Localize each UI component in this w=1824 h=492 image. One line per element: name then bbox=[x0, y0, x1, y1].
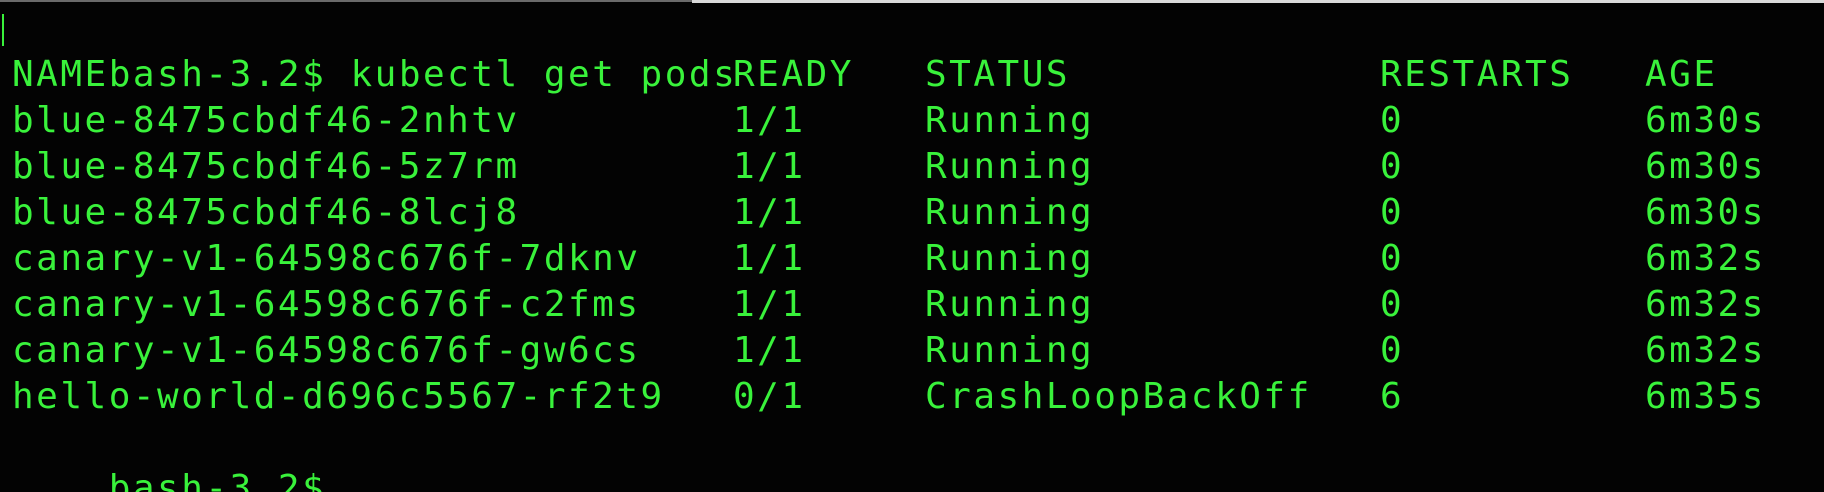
pod-status: CrashLoopBackOff bbox=[925, 376, 1312, 417]
table-row: blue-8475cbdf46-5z7rm 1/1 Running 0 6m30… bbox=[12, 144, 1824, 190]
table-row: blue-8475cbdf46-2nhtv 1/1 Running 0 6m30… bbox=[12, 98, 1824, 144]
pod-status: Running bbox=[925, 192, 1095, 233]
header-ready: READY bbox=[733, 54, 854, 95]
pod-ready: 1/1 bbox=[733, 330, 806, 371]
pod-name: canary-v1-64598c676f-7dknv bbox=[12, 238, 641, 279]
table-row: canary-v1-64598c676f-c2fms 1/1 Running 0… bbox=[12, 282, 1824, 328]
pod-ready: 1/1 bbox=[733, 238, 806, 279]
pod-ready: 1/1 bbox=[733, 100, 806, 141]
header-name: NAME bbox=[12, 54, 109, 95]
pod-status: Running bbox=[925, 284, 1095, 325]
pod-status: Running bbox=[925, 238, 1095, 279]
left-cursor-mark bbox=[2, 14, 4, 46]
header-status: STATUS bbox=[925, 54, 1071, 95]
pod-age: 6m35s bbox=[1645, 376, 1766, 417]
pod-name: blue-8475cbdf46-2nhtv bbox=[12, 100, 520, 141]
pod-name: blue-8475cbdf46-5z7rm bbox=[12, 146, 520, 187]
window-top-border-right bbox=[692, 0, 1824, 3]
pod-ready: 0/1 bbox=[733, 376, 806, 417]
table-row: blue-8475cbdf46-8lcj8 1/1 Running 0 6m30… bbox=[12, 190, 1824, 236]
input-line[interactable]: bash-3.2$ bbox=[12, 420, 1824, 492]
pod-age: 6m32s bbox=[1645, 284, 1766, 325]
pod-status: Running bbox=[925, 330, 1095, 371]
pod-age: 6m30s bbox=[1645, 100, 1766, 141]
pod-restarts: 0 bbox=[1380, 330, 1405, 371]
pod-age: 6m30s bbox=[1645, 146, 1766, 187]
header-restarts: RESTARTS bbox=[1380, 54, 1574, 95]
pod-ready: 1/1 bbox=[733, 284, 806, 325]
table-header-row: NAME READY STATUS RESTARTS AGE bbox=[12, 52, 1824, 98]
command-line: bash-3.2$ kubectl get pods bbox=[12, 6, 1824, 95]
pod-name: blue-8475cbdf46-8lcj8 bbox=[12, 192, 520, 233]
table-row: canary-v1-64598c676f-7dknv 1/1 Running 0… bbox=[12, 236, 1824, 282]
pod-restarts: 0 bbox=[1380, 284, 1405, 325]
pod-restarts: 6 bbox=[1380, 376, 1405, 417]
pod-restarts: 0 bbox=[1380, 192, 1405, 233]
pod-restarts: 0 bbox=[1380, 100, 1405, 141]
pod-status: Running bbox=[925, 100, 1095, 141]
pod-restarts: 0 bbox=[1380, 146, 1405, 187]
header-age: AGE bbox=[1645, 54, 1718, 95]
terminal-window[interactable]: bash-3.2$ kubectl get pods NAME READY ST… bbox=[0, 0, 1824, 492]
window-top-border bbox=[0, 0, 692, 2]
pod-age: 6m32s bbox=[1645, 330, 1766, 371]
table-row: canary-v1-64598c676f-gw6cs 1/1 Running 0… bbox=[12, 328, 1824, 374]
pod-name: hello-world-d696c5567-rf2t9 bbox=[12, 376, 665, 417]
shell-prompt: bash-3.2$ bbox=[108, 468, 327, 492]
pod-ready: 1/1 bbox=[733, 192, 806, 233]
pod-status: Running bbox=[925, 146, 1095, 187]
pod-name: canary-v1-64598c676f-c2fms bbox=[12, 284, 641, 325]
pod-restarts: 0 bbox=[1380, 238, 1405, 279]
pod-age: 6m30s bbox=[1645, 192, 1766, 233]
pod-name: canary-v1-64598c676f-gw6cs bbox=[12, 330, 641, 371]
pod-ready: 1/1 bbox=[733, 146, 806, 187]
table-row: hello-world-d696c5567-rf2t9 0/1 CrashLoo… bbox=[12, 374, 1824, 420]
pod-age: 6m32s bbox=[1645, 238, 1766, 279]
